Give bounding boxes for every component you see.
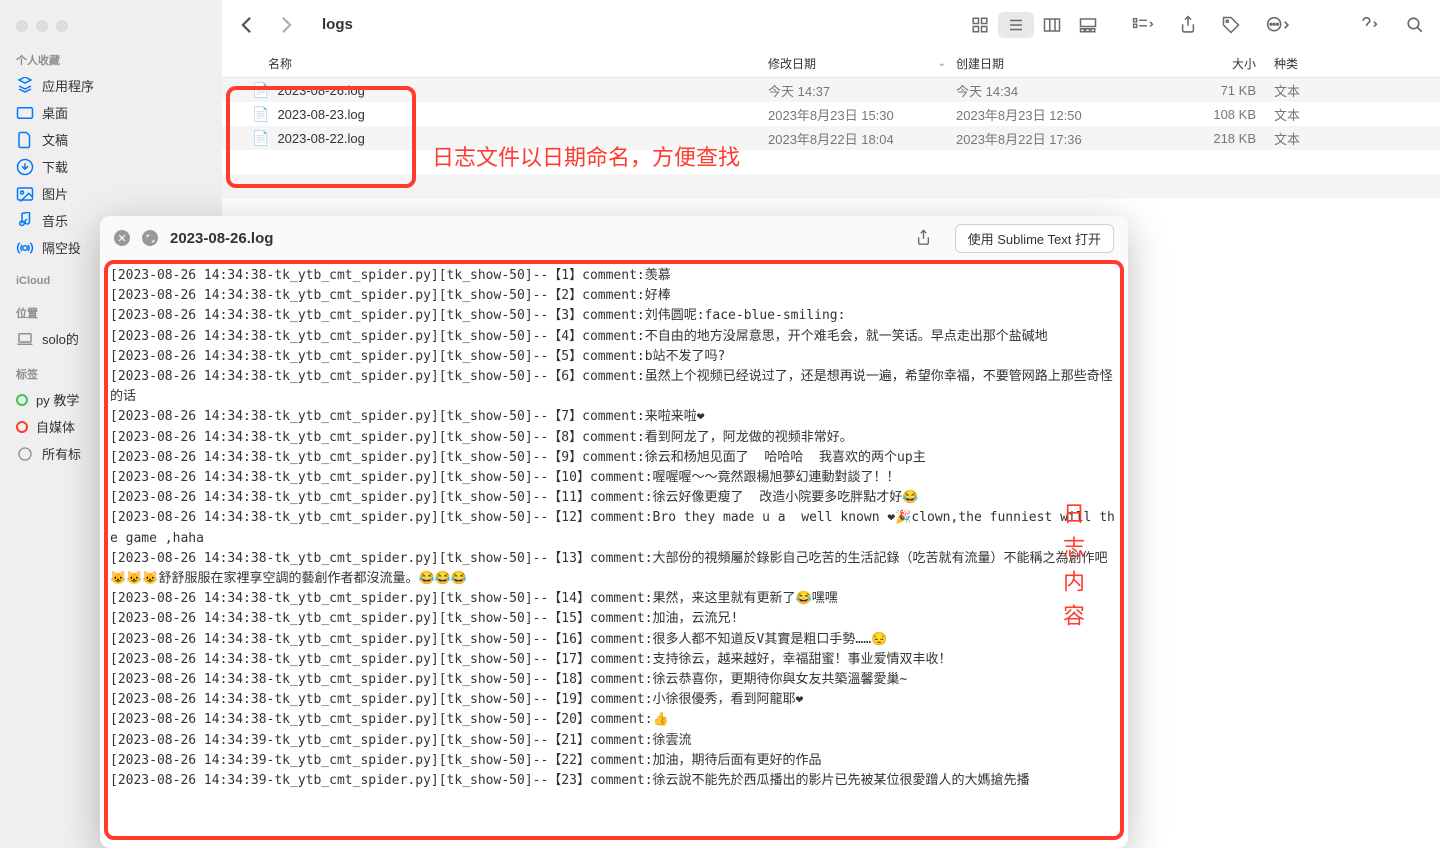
file-modified: 2023年8月22日 18:04: [768, 129, 956, 148]
sidebar-label: 隔空投: [42, 238, 81, 257]
file-size: 108 KB: [1150, 107, 1274, 122]
sidebar-header-favorites: 个人收藏: [0, 50, 222, 72]
file-kind: 文本: [1274, 129, 1440, 148]
file-size: 218 KB: [1150, 131, 1274, 146]
desktop-icon: [16, 104, 34, 122]
minimize-window-button[interactable]: [36, 20, 48, 32]
file-modified: 2023年8月23日 15:30: [768, 105, 956, 124]
sidebar-label: 下载: [42, 157, 68, 176]
window-controls: [0, 8, 222, 50]
close-window-button[interactable]: [16, 20, 28, 32]
quicklook-title: 2023-08-26.log: [170, 230, 904, 247]
sidebar-label: solo的: [42, 329, 79, 348]
document-icon: [16, 131, 34, 149]
file-size: 71 KB: [1150, 83, 1274, 98]
view-list-button[interactable]: [998, 12, 1034, 38]
download-icon: [16, 158, 34, 176]
file-row[interactable]: 📄 2023-08-23.log 2023年8月23日 15:30 2023年8月…: [222, 102, 1440, 126]
file-modified: 今天 14:37: [768, 81, 956, 100]
laptop-icon: [16, 330, 34, 348]
nav-forward-button[interactable]: [278, 16, 294, 34]
file-row[interactable]: 📄2023-08-26.log 今天 14:37 今天 14:34 71 KB …: [222, 78, 1440, 102]
view-column-button[interactable]: [1034, 12, 1070, 38]
applications-icon: [16, 77, 34, 95]
folder-title: logs: [322, 16, 958, 33]
column-header-modified[interactable]: 修改日期⌄: [768, 55, 956, 72]
column-header-created[interactable]: 创建日期: [956, 55, 1150, 72]
toolbar: logs: [222, 0, 1440, 50]
file-created: 2023年8月23日 12:50: [956, 105, 1150, 124]
music-icon: [16, 212, 34, 230]
share-button[interactable]: [1180, 15, 1196, 35]
file-icon: 📄: [252, 130, 269, 147]
file-list: 📄2023-08-26.log 今天 14:37 今天 14:34 71 KB …: [222, 78, 1440, 198]
sidebar-item-documents[interactable]: 文稿: [0, 126, 222, 153]
sidebar-label: py 教学: [36, 390, 79, 409]
sidebar-item-downloads[interactable]: 下载: [0, 153, 222, 180]
sort-arrow-icon: ⌄: [938, 58, 946, 69]
maximize-window-button[interactable]: [56, 20, 68, 32]
sidebar-label: 桌面: [42, 103, 68, 122]
file-icon: 📄: [252, 82, 269, 99]
help-button[interactable]: [1358, 16, 1380, 34]
sidebar-label: 音乐: [42, 211, 68, 230]
tag-dot-icon: [16, 394, 28, 406]
file-name: 2023-08-22.log: [277, 131, 364, 146]
nav-back-button[interactable]: [238, 16, 254, 34]
quicklook-content: [2023-08-26 14:34:38-tk_ytb_cmt_spider.p…: [100, 260, 1128, 848]
sidebar-item-pictures[interactable]: 图片: [0, 180, 222, 207]
fullscreen-quicklook-button[interactable]: [142, 230, 158, 246]
quicklook-window: ✕ 2023-08-26.log 使用 Sublime Text 打开 [202…: [100, 216, 1128, 848]
action-menu-button[interactable]: [1266, 16, 1292, 34]
file-row[interactable]: 📄 2023-08-22.log 2023年8月22日 18:04 2023年8月…: [222, 126, 1440, 150]
column-header-kind[interactable]: 种类: [1274, 55, 1440, 72]
open-with-button[interactable]: 使用 Sublime Text 打开: [955, 224, 1114, 253]
tag-button[interactable]: [1222, 16, 1240, 34]
file-name: 2023-08-26.log: [277, 83, 364, 98]
sidebar-item-applications[interactable]: 应用程序: [0, 72, 222, 99]
search-button[interactable]: [1406, 16, 1424, 34]
tag-dot-icon: [16, 421, 28, 433]
file-kind: 文本: [1274, 81, 1440, 100]
file-name: 2023-08-23.log: [277, 107, 364, 122]
file-row-empty: [222, 150, 1440, 174]
file-created: 2023年8月22日 17:36: [956, 129, 1150, 148]
file-row-empty: [222, 174, 1440, 198]
image-icon: [16, 185, 34, 203]
sidebar-label: 自媒体: [36, 417, 75, 436]
view-icon-button[interactable]: [962, 12, 998, 38]
all-tags-icon: [16, 445, 34, 463]
view-gallery-button[interactable]: [1070, 12, 1106, 38]
quicklook-share-button[interactable]: [916, 229, 931, 247]
column-header-name[interactable]: 名称: [268, 55, 768, 72]
sidebar-label: 文稿: [42, 130, 68, 149]
quicklook-header: ✕ 2023-08-26.log 使用 Sublime Text 打开: [100, 216, 1128, 260]
file-kind: 文本: [1274, 105, 1440, 124]
sidebar-label: 图片: [42, 184, 68, 203]
sidebar-label: 应用程序: [42, 76, 94, 95]
airdrop-icon: [16, 239, 34, 257]
sidebar-item-desktop[interactable]: 桌面: [0, 99, 222, 126]
file-icon: 📄: [252, 106, 269, 123]
column-header-size[interactable]: 大小: [1150, 55, 1274, 72]
close-quicklook-button[interactable]: ✕: [114, 230, 130, 246]
file-created: 今天 14:34: [956, 81, 1150, 100]
column-headers: 名称 修改日期⌄ 创建日期 大小 种类: [222, 50, 1440, 78]
group-button[interactable]: [1132, 17, 1154, 33]
sidebar-label: 所有标: [42, 444, 81, 463]
